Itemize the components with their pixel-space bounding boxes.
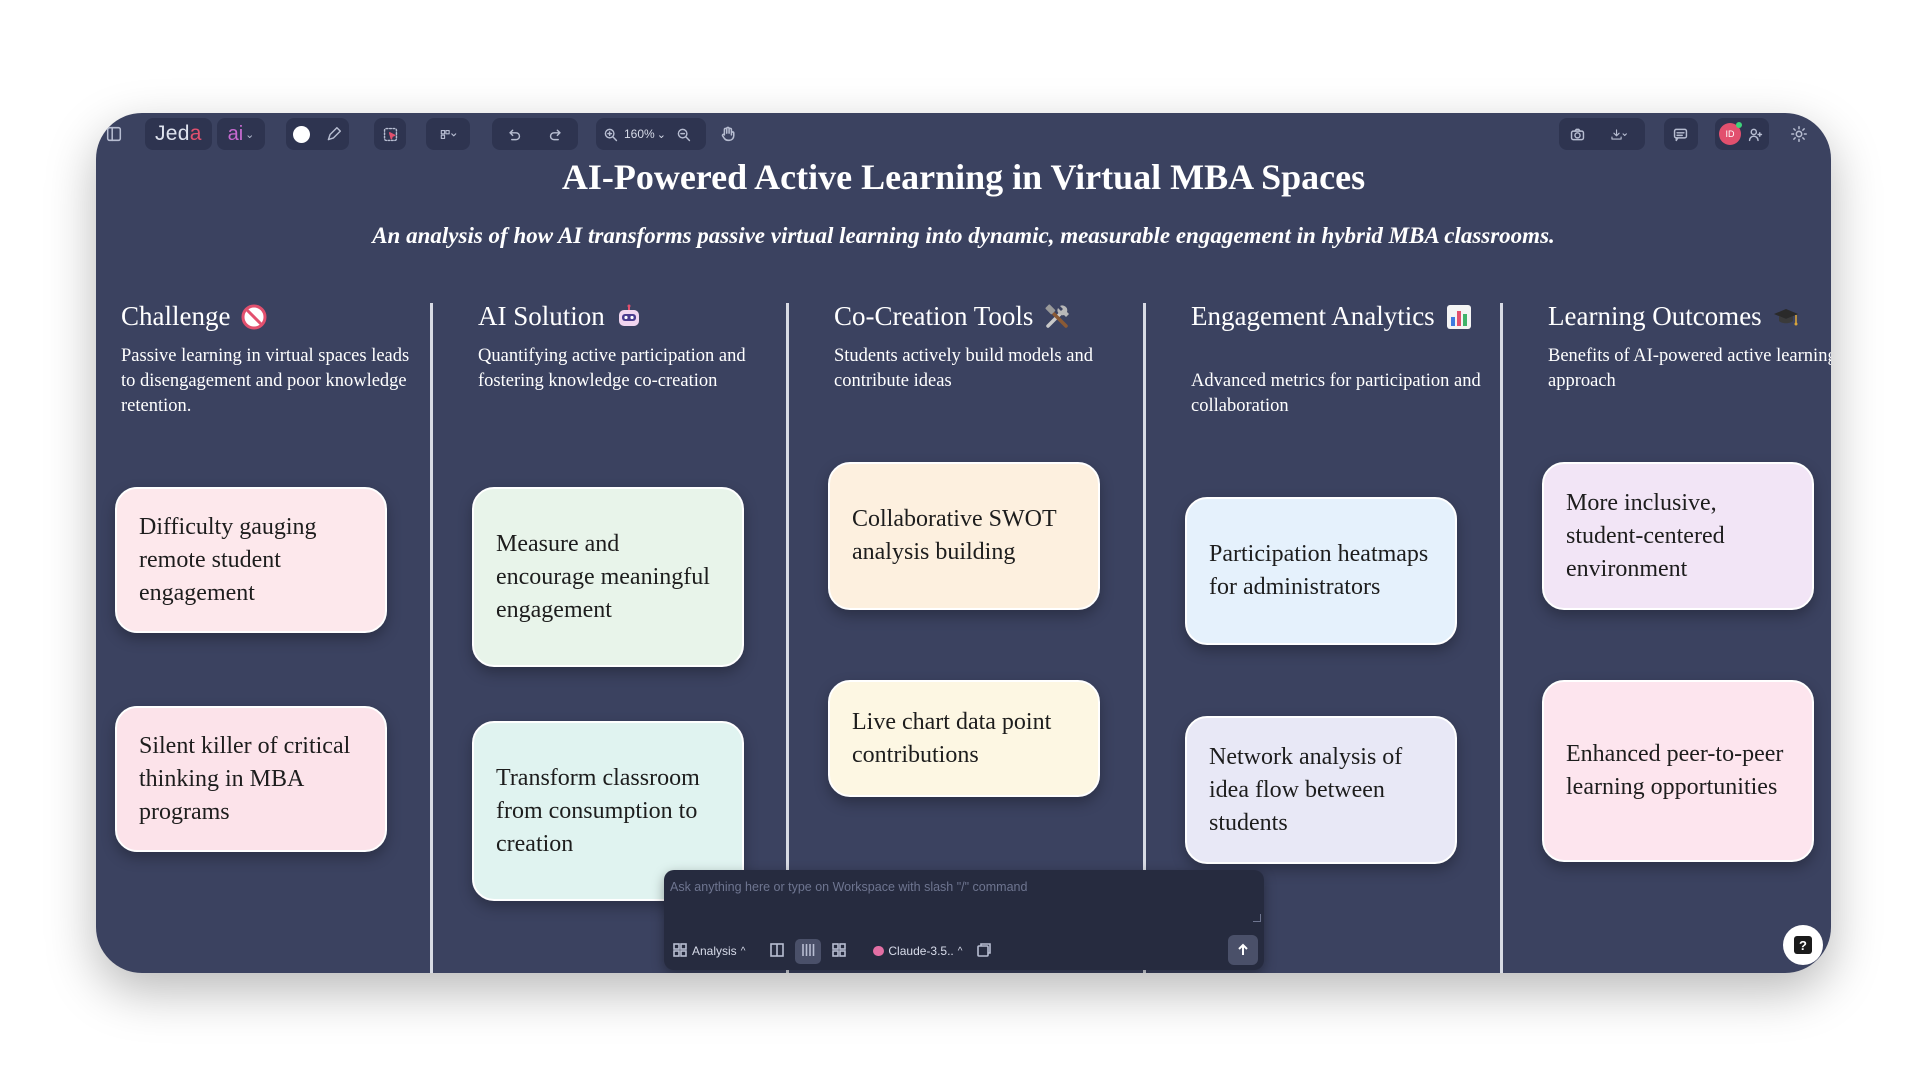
columns-layout-icon bbox=[800, 942, 816, 961]
robot-icon bbox=[618, 304, 639, 326]
canvas-window: Jed a ai ⌄ 160% ⌄ ID AI-Powered Active L… bbox=[96, 113, 1831, 973]
undo-icon[interactable] bbox=[492, 118, 535, 150]
challenge-card[interactable]: Difficulty gauging remote student engage… bbox=[115, 487, 387, 633]
send-button[interactable] bbox=[1228, 935, 1258, 965]
analytics-card[interactable]: Participation heatmaps for administrator… bbox=[1185, 497, 1457, 645]
arrow-up-icon bbox=[1238, 943, 1248, 955]
column-heading: Engagement Analytics bbox=[1191, 301, 1496, 332]
select-tool-group bbox=[374, 118, 406, 150]
column-description: Passive learning in virtual spaces leads… bbox=[121, 346, 410, 416]
brain-icon bbox=[873, 946, 885, 956]
user-avatar[interactable]: ID bbox=[1719, 122, 1742, 145]
layout-split-button[interactable] bbox=[769, 942, 785, 961]
export-group bbox=[1559, 118, 1645, 150]
split-layout-icon bbox=[769, 942, 785, 961]
zoom-out-icon[interactable] bbox=[670, 118, 698, 150]
column-heading: Learning Outcomes bbox=[1548, 301, 1831, 332]
layout-grid-button[interactable] bbox=[831, 942, 847, 961]
users-group: ID bbox=[1715, 118, 1769, 150]
column-heading: AI Solution bbox=[478, 301, 778, 332]
add-user-icon[interactable] bbox=[1745, 118, 1765, 150]
redo-icon[interactable] bbox=[535, 118, 578, 150]
model-dropdown[interactable]: Claude-3.5.. ^ bbox=[873, 944, 962, 958]
chat-toolbar: Analysis ^ Claude-3.5.. ^ bbox=[664, 932, 1264, 970]
zoom-group: 160% ⌄ bbox=[596, 118, 706, 150]
chevron-up-icon: ^ bbox=[957, 945, 963, 957]
layout-tools-group bbox=[426, 118, 470, 150]
solution-card[interactable]: Measure and encourage meaningful engagem… bbox=[472, 487, 744, 667]
chevron-down-icon: ⌄ bbox=[245, 128, 255, 141]
pen-icon[interactable] bbox=[318, 118, 350, 150]
column-ai-solution: AI Solution Quantifying active participa… bbox=[478, 301, 778, 394]
tools-icon bbox=[1045, 303, 1070, 328]
column-engagement-analytics: Engagement Analytics Advanced metrics fo… bbox=[1191, 301, 1496, 419]
analytics-card[interactable]: Network analysis of idea flow between st… bbox=[1185, 716, 1457, 864]
outcomes-card[interactable]: More inclusive, student-centered environ… bbox=[1542, 462, 1814, 610]
mode-dropdown[interactable]: Analysis ^ bbox=[672, 942, 745, 961]
column-heading: Co-Creation Tools bbox=[834, 301, 1134, 332]
color-swatch bbox=[293, 125, 311, 143]
draw-tools-group bbox=[286, 118, 349, 150]
column-heading: Challenge bbox=[121, 301, 426, 332]
board-title: AI-Powered Active Learning in Virtual MB… bbox=[561, 157, 1366, 197]
comment-icon[interactable] bbox=[1664, 118, 1696, 150]
resize-handle-icon[interactable] bbox=[1253, 914, 1261, 922]
grid-layout-icon[interactable] bbox=[426, 118, 470, 150]
camera-icon[interactable] bbox=[1559, 118, 1595, 150]
settings-gear-icon[interactable] bbox=[1783, 118, 1815, 150]
select-cursor-icon[interactable] bbox=[374, 118, 406, 150]
chevron-up-icon: ^ bbox=[740, 945, 746, 957]
hand-pan-icon[interactable] bbox=[712, 118, 744, 150]
zoom-in-icon[interactable] bbox=[596, 118, 624, 150]
ai-chat-panel: Ask anything here or type on Workspace w… bbox=[664, 870, 1264, 970]
help-icon: ? bbox=[1794, 936, 1812, 954]
graduation-cap-icon bbox=[1773, 308, 1798, 325]
chat-input[interactable]: Ask anything here or type on Workspace w… bbox=[670, 880, 1027, 894]
grid-layout-icon bbox=[831, 942, 847, 961]
comments-group bbox=[1664, 118, 1698, 150]
zoom-level-dropdown[interactable]: 160% ⌄ bbox=[624, 127, 666, 141]
column-description: Students actively build models and contr… bbox=[834, 346, 1093, 391]
bar-chart-icon bbox=[1446, 304, 1471, 329]
history-group bbox=[492, 118, 578, 150]
layout-columns-button[interactable] bbox=[795, 938, 822, 964]
jeda-logo[interactable]: Jed a bbox=[145, 118, 212, 150]
column-description: Quantifying active participation and fos… bbox=[478, 346, 746, 391]
co-creation-card[interactable]: Collaborative SWOT analysis building bbox=[828, 462, 1100, 610]
sidebar-toggle-icon[interactable] bbox=[98, 118, 130, 150]
board-subtitle: An analysis of how AI transforms passive… bbox=[372, 223, 1555, 248]
online-status-dot bbox=[1736, 122, 1742, 128]
download-icon[interactable] bbox=[1595, 118, 1641, 150]
copy-icon bbox=[976, 942, 992, 961]
column-co-creation: Co-Creation Tools Students actively buil… bbox=[834, 301, 1134, 394]
column-description: Advanced metrics for participation and c… bbox=[1191, 371, 1481, 416]
column-divider bbox=[430, 303, 433, 973]
attach-context-button[interactable] bbox=[976, 942, 992, 961]
prohibited-icon bbox=[241, 304, 267, 329]
help-button[interactable]: ? bbox=[1783, 925, 1823, 965]
challenge-card[interactable]: Silent killer of critical thinking in MB… bbox=[115, 706, 387, 852]
grid-icon bbox=[672, 942, 688, 961]
column-divider bbox=[1500, 303, 1503, 973]
co-creation-card[interactable]: Live chart data point contributions bbox=[828, 680, 1100, 797]
chevron-down-icon: ⌄ bbox=[656, 128, 666, 141]
column-description: Benefits of AI-powered active learning a… bbox=[1548, 346, 1831, 391]
color-picker-button[interactable] bbox=[286, 118, 318, 150]
ai-menu-button[interactable]: ai ⌄ bbox=[217, 118, 265, 150]
outcomes-card[interactable]: Enhanced peer-to-peer learning opportuni… bbox=[1542, 680, 1814, 862]
column-challenge: Challenge Passive learning in virtual sp… bbox=[121, 301, 426, 419]
column-learning-outcomes: Learning Outcomes Benefits of AI-powered… bbox=[1548, 301, 1831, 394]
